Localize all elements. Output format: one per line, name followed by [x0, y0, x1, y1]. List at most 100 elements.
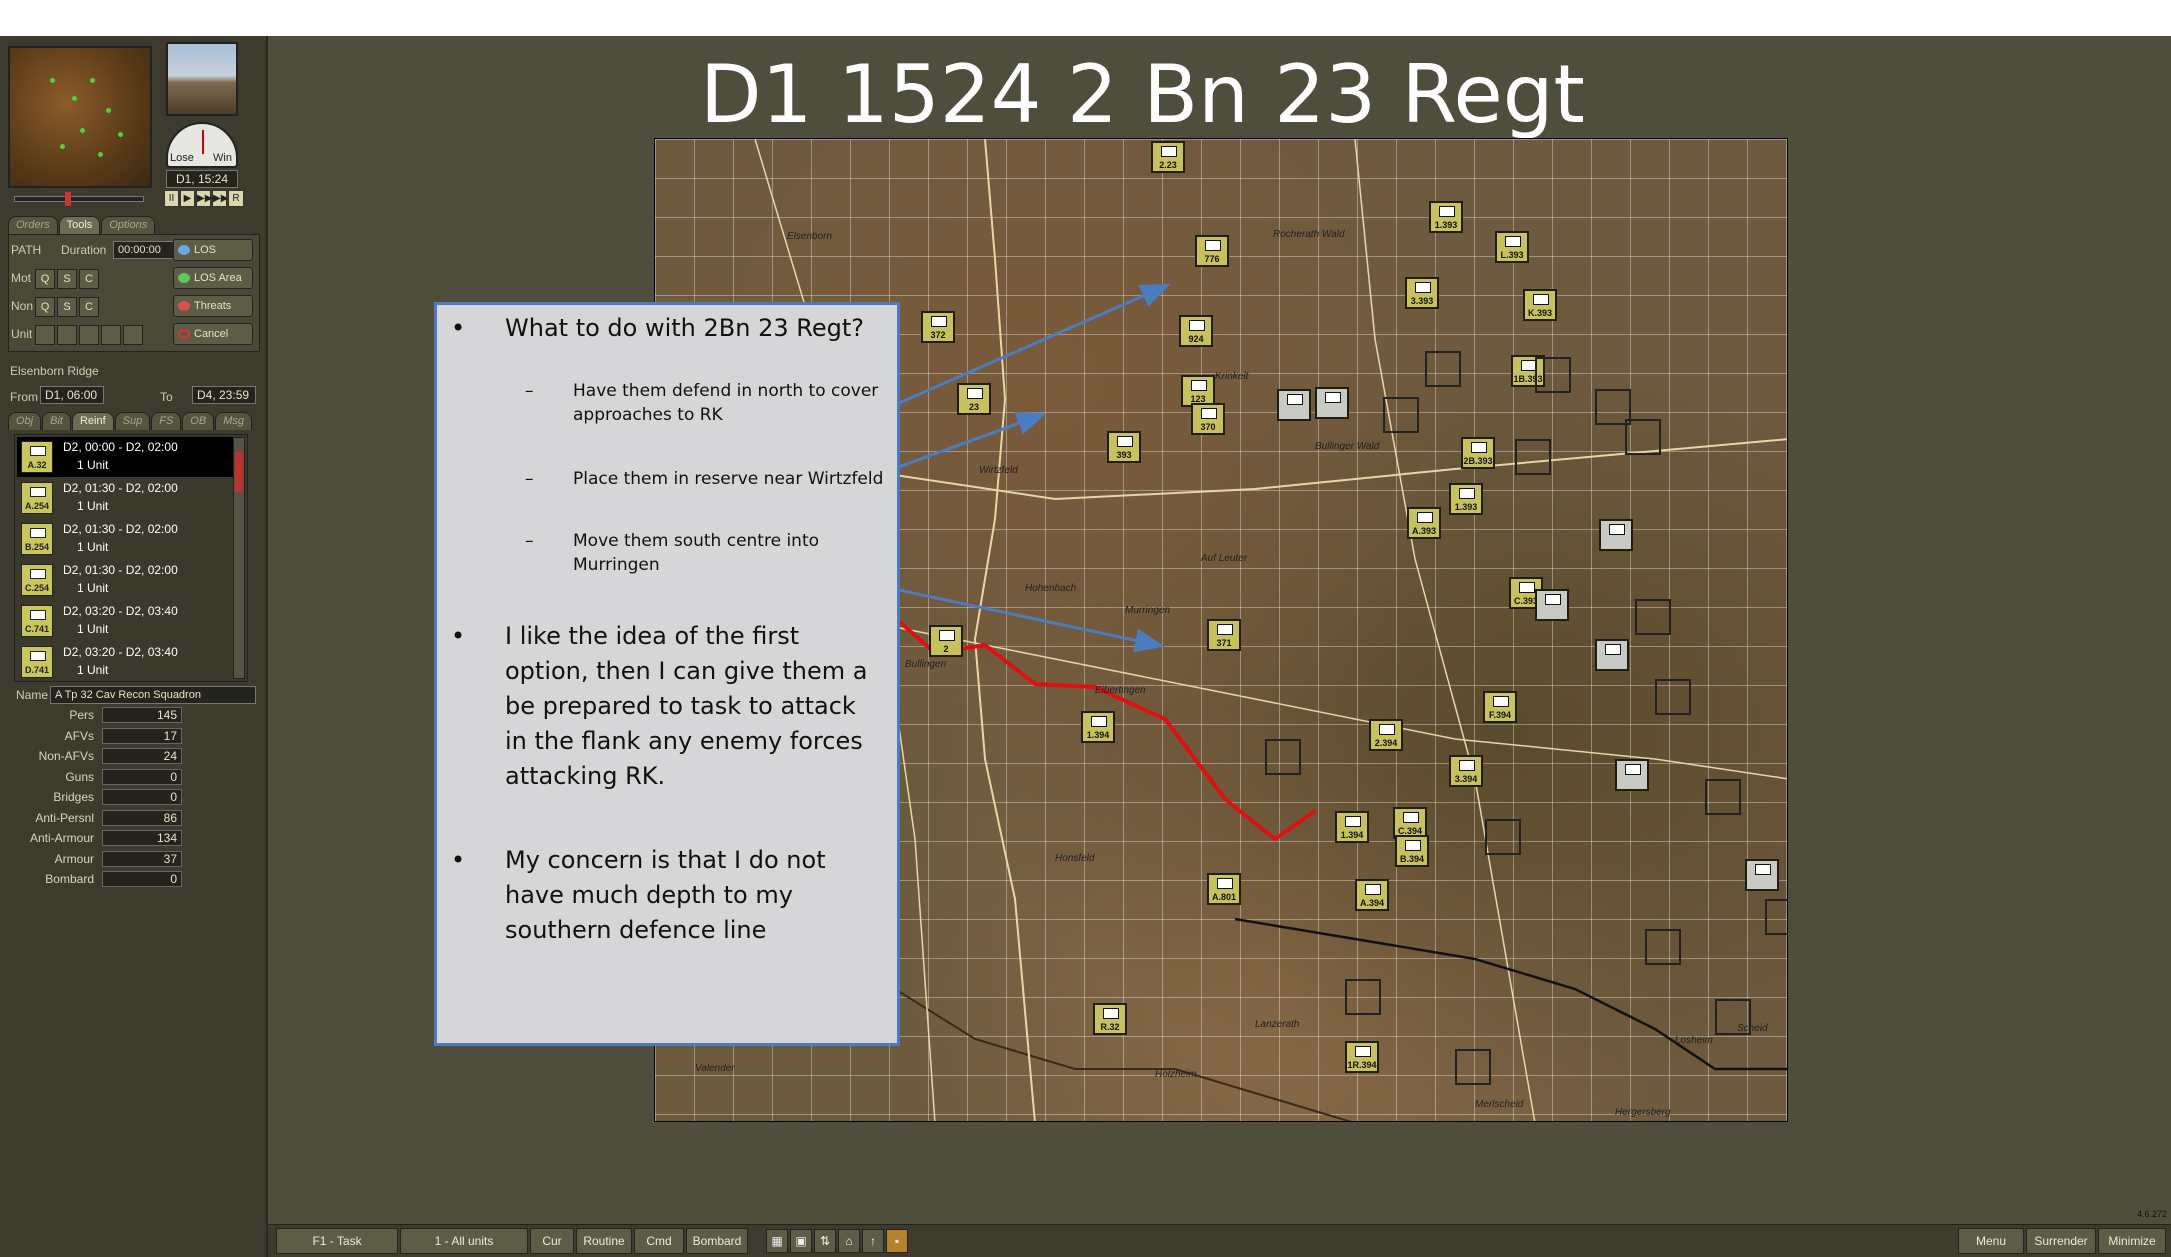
- map-unit[interactable]: 393: [1107, 431, 1141, 463]
- tab-bit[interactable]: Bit: [42, 412, 71, 430]
- map-unit[interactable]: 2.394: [1369, 719, 1403, 751]
- map-unit[interactable]: 3.393: [1405, 277, 1439, 309]
- map-unit[interactable]: K.393: [1523, 289, 1557, 321]
- eye-icon: [178, 245, 190, 255]
- map-unit[interactable]: 1.393: [1429, 201, 1463, 233]
- map-unit[interactable]: 372: [921, 311, 955, 343]
- map-unit[interactable]: 370: [1191, 403, 1225, 435]
- mot-s-button[interactable]: S: [57, 269, 77, 289]
- los-button[interactable]: LOS: [173, 239, 253, 261]
- map-unit[interactable]: 1.394: [1335, 811, 1369, 843]
- map-unit[interactable]: A.393: [1407, 507, 1441, 539]
- enemy-unit[interactable]: [1595, 639, 1629, 671]
- pause-button[interactable]: II: [164, 190, 179, 207]
- enemy-unit[interactable]: [1315, 387, 1349, 419]
- map-unit[interactable]: R.32: [1093, 1003, 1127, 1035]
- map-unit[interactable]: 3.394: [1449, 755, 1483, 787]
- faster-button[interactable]: ▶▶▶: [212, 190, 236, 207]
- map-unit[interactable]: 1R.394: [1345, 1041, 1379, 1073]
- task-button[interactable]: F1 - Task: [276, 1228, 398, 1254]
- up-icon[interactable]: ↑: [862, 1229, 884, 1253]
- tab-msg[interactable]: Msg: [215, 412, 252, 430]
- non-c-button[interactable]: C: [79, 297, 99, 317]
- grid-icon[interactable]: ▦: [766, 1229, 788, 1253]
- tab-orders[interactable]: Orders: [8, 216, 58, 234]
- unit-slot-5[interactable]: [123, 325, 143, 345]
- map-unit[interactable]: 1.394: [1081, 711, 1115, 743]
- hq-icon[interactable]: ⌂: [838, 1229, 860, 1253]
- map-unit[interactable]: 371: [1207, 619, 1241, 651]
- list-scrollbar[interactable]: [233, 437, 245, 679]
- stat-label: Pers: [69, 708, 94, 722]
- reinforcement-item[interactable]: B.254 D2, 01:30 - D2, 02:00 1 Unit: [17, 519, 233, 559]
- map-unit[interactable]: 1.393: [1449, 483, 1483, 515]
- enemy-unit[interactable]: [1535, 589, 1569, 621]
- unit-slot-3[interactable]: [79, 325, 99, 345]
- speed-slider[interactable]: [14, 192, 144, 206]
- mot-c-button[interactable]: C: [79, 269, 99, 289]
- fast-button[interactable]: ▶▶: [196, 190, 212, 207]
- map-unit[interactable]: A.801: [1207, 873, 1241, 905]
- tab-ob[interactable]: OB: [182, 412, 215, 430]
- map-unit[interactable]: 924: [1179, 315, 1213, 347]
- minimap[interactable]: [8, 46, 152, 188]
- map-unit[interactable]: A.394: [1355, 879, 1389, 911]
- replay-button[interactable]: R: [228, 190, 244, 207]
- bombard-button[interactable]: Bombard: [686, 1228, 748, 1254]
- map-unit[interactable]: F.394: [1483, 691, 1517, 723]
- mot-q-button[interactable]: Q: [35, 269, 55, 289]
- non-s-button[interactable]: S: [57, 297, 77, 317]
- place-name: Bullingen: [905, 659, 947, 670]
- minimize-button[interactable]: Minimize: [2098, 1228, 2166, 1254]
- unit-slot-1[interactable]: [35, 325, 55, 345]
- map-unit[interactable]: 2B.393: [1461, 437, 1495, 469]
- reinforcement-item[interactable]: C.254 D2, 01:30 - D2, 02:00 1 Unit: [17, 560, 233, 600]
- unit-slot-2[interactable]: [57, 325, 77, 345]
- routine-button[interactable]: Routine: [576, 1228, 632, 1254]
- enemy-unit[interactable]: [1599, 519, 1633, 551]
- unit-icon: A.32: [21, 441, 53, 473]
- menu-button[interactable]: Menu: [1958, 1228, 2024, 1254]
- threats-button[interactable]: Threats: [173, 295, 253, 317]
- map-unit[interactable]: L.393: [1495, 231, 1529, 263]
- enemy-unit[interactable]: [1615, 759, 1649, 791]
- map-unit[interactable]: 2: [929, 625, 963, 657]
- place-name: Lanzerath: [1255, 1019, 1300, 1030]
- tools-panel: PATH Duration 00:00:00 Mot Q S C Non Q S…: [8, 234, 260, 352]
- reinforcement-item[interactable]: D.741 D2, 03:20 - D2, 03:40 1 Unit: [17, 642, 233, 682]
- stat-value: 0: [102, 768, 182, 785]
- map-unit[interactable]: B.394: [1395, 835, 1429, 867]
- reinforcement-time: D2, 03:20 - D2, 03:40: [63, 645, 178, 659]
- tab-options[interactable]: Options: [101, 216, 156, 234]
- unit-name-field: A Tp 32 Cav Recon Squadron: [50, 686, 256, 704]
- enemy-unit[interactable]: [1277, 389, 1311, 421]
- stat-label: Guns: [65, 769, 94, 784]
- enemy-unit[interactable]: [1745, 859, 1779, 891]
- map-unit[interactable]: 23: [957, 383, 991, 415]
- play-button[interactable]: ▶: [180, 190, 195, 207]
- reinforcement-item[interactable]: C.741 D2, 03:20 - D2, 03:40 1 Unit: [17, 601, 233, 641]
- cur-button[interactable]: Cur: [530, 1228, 574, 1254]
- tab-tools[interactable]: Tools: [58, 216, 101, 234]
- tab-reinf[interactable]: Reinf: [71, 412, 114, 430]
- surrender-button[interactable]: Surrender: [2026, 1228, 2096, 1254]
- move-icon[interactable]: ⇅: [814, 1229, 836, 1253]
- reinforcement-item[interactable]: A.32 D2, 00:00 - D2, 02:00 1 Unit: [17, 437, 233, 477]
- all-units-button[interactable]: 1 - All units: [400, 1228, 528, 1254]
- tab-sup[interactable]: Sup: [114, 412, 151, 430]
- non-q-button[interactable]: Q: [35, 297, 55, 317]
- stat-value: 37: [102, 850, 182, 867]
- map-unit[interactable]: 776: [1195, 235, 1229, 267]
- unit-slot-4[interactable]: [101, 325, 121, 345]
- los-area-button[interactable]: LOS Area: [173, 267, 253, 289]
- units-icon[interactable]: ▣: [790, 1229, 812, 1253]
- tab-fs[interactable]: FS: [151, 412, 182, 430]
- map-unit[interactable]: 2.23: [1151, 141, 1185, 173]
- image-icon[interactable]: ▪: [886, 1229, 908, 1253]
- reinforcement-item[interactable]: A.254 D2, 01:30 - D2, 02:00 1 Unit: [17, 478, 233, 518]
- tab-obj[interactable]: Obj: [8, 412, 42, 430]
- duration-field: 00:00:00: [113, 241, 175, 259]
- cancel-button[interactable]: Cancel: [173, 323, 253, 345]
- cmd-button[interactable]: Cmd: [634, 1228, 684, 1254]
- gauge-win-label: Win: [213, 152, 232, 164]
